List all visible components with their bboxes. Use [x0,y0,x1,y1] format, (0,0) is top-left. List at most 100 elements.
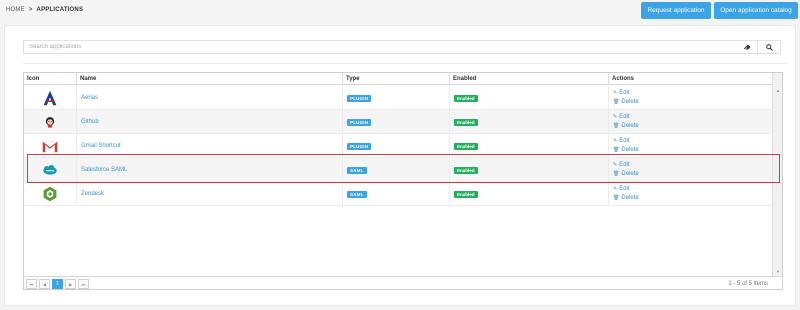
scroll-down-arrow-icon[interactable]: ▼ [773,267,782,276]
column-header-actions[interactable]: Actions [608,73,773,85]
enabled-cell: Enabled [449,86,608,110]
app-name-link[interactable]: Zendesk [81,191,104,197]
delete-action[interactable]: 🗑 Delete [613,99,639,106]
aerias-logo-icon [42,90,58,106]
enabled-badge: Enabled [454,142,478,150]
app-name-link[interactable]: Github [81,119,99,125]
zendesk-logo-icon [42,186,58,202]
salesforce-logo-icon [42,162,58,178]
top-bar: HOME > APPLICATIONS Request application Op… [0,0,800,22]
icon-cell [24,134,76,158]
type-badge: PLUGIN [347,142,372,150]
previous-page-button[interactable]: ◀ [39,279,50,289]
edit-action[interactable]: ✎ Edit [613,114,630,121]
delete-action[interactable]: 🗑 Delete [613,123,639,130]
delete-action[interactable]: 🗑 Delete [613,171,639,178]
type-badge: SAML [347,190,367,198]
app-name-link[interactable]: Salesforce SAML [81,167,127,173]
breadcrumb-separator: > [28,7,33,13]
table-row[interactable]: Github PLUGIN Enabled ✎ Edit 🗑 Delete [24,110,773,134]
delete-action[interactable]: 🗑 Delete [613,195,639,202]
breadcrumb: HOME > APPLICATIONS [6,7,83,13]
actions-cell: ✎ Edit 🗑 Delete [608,158,773,182]
name-cell: Aerias [76,86,342,110]
column-header-enabled[interactable]: Enabled [449,73,608,85]
pencil-icon: ✎ [613,186,618,192]
enabled-badge: Enabled [454,94,478,102]
type-badge: SAML [347,166,367,174]
eraser-icon [743,44,750,50]
next-page-icon: ▶ [68,281,73,287]
app-name-link[interactable]: Aerias [81,95,98,101]
edit-label: Edit [619,114,630,120]
search-button[interactable] [757,40,781,54]
github-logo-icon [42,114,58,130]
name-cell: Salesforce SAML [76,158,342,182]
first-page-button[interactable]: ⏮ [26,279,37,289]
actions-cell: ✎ Edit 🗑 Delete [608,86,773,110]
request-application-button[interactable]: Request application [641,2,711,19]
enabled-badge: Enabled [454,118,478,126]
column-header-type[interactable]: Type [342,73,449,85]
pencil-icon: ✎ [613,162,618,168]
enabled-cell: Enabled [449,110,608,134]
table-row[interactable]: Gmail Shortcut PLUGIN Enabled ✎ Edit 🗑 Del… [24,134,773,158]
first-page-icon: ⏮ [29,281,34,287]
icon-cell [24,182,76,206]
enabled-cell: Enabled [449,182,608,206]
type-badge: PLUGIN [347,118,372,126]
edit-label: Edit [619,162,630,168]
delete-label: Delete [621,123,639,129]
edit-action[interactable]: ✎ Edit [613,90,630,97]
column-header-name[interactable]: Name [76,73,342,85]
delete-action[interactable]: 🗑 Delete [613,147,639,154]
type-cell: SAML [342,158,449,182]
vertical-scrollbar[interactable]: ▲ ▼ [772,73,782,276]
type-cell: PLUGIN [342,134,449,158]
name-cell: Gmail Shortcut [76,134,342,158]
scroll-up-arrow-icon[interactable]: ▲ [773,86,782,95]
edit-action[interactable]: ✎ Edit [613,186,630,193]
enabled-badge: Enabled [454,166,478,174]
search-icon [765,43,773,51]
type-cell: PLUGIN [342,86,449,110]
name-cell: Zendesk [76,182,342,206]
pager-info: 1 - 5 of 5 items [728,281,768,287]
app-name-link[interactable]: Gmail Shortcut [81,143,121,149]
type-cell: PLUGIN [342,110,449,134]
name-cell: Github [76,110,342,134]
enabled-badge: Enabled [454,190,478,198]
icon-cell [24,86,76,110]
table-row[interactable]: Salesforce SAML SAML Enabled ✎ Edit 🗑 Dele… [24,158,773,182]
icon-cell [24,110,76,134]
last-page-icon: ⏭ [81,281,86,287]
search-input[interactable] [24,41,758,53]
icon-cell [24,158,76,182]
actions-cell: ✎ Edit 🗑 Delete [608,182,773,206]
delete-label: Delete [621,99,639,105]
last-page-button[interactable]: ⏭ [78,279,89,289]
edit-action[interactable]: ✎ Edit [613,162,630,169]
type-cell: SAML [342,182,449,206]
edit-action[interactable]: ✎ Edit [613,138,630,145]
trash-icon: 🗑 [613,171,620,177]
trash-icon: 🗑 [613,99,620,105]
gmail-logo-icon [42,138,58,154]
trash-icon: 🗑 [613,123,620,129]
pencil-icon: ✎ [613,90,618,96]
pencil-icon: ✎ [613,114,618,120]
open-application-catalog-button[interactable]: Open application catalog [714,2,798,19]
delete-label: Delete [621,147,639,153]
next-page-button[interactable]: ▶ [65,279,76,289]
breadcrumb-home[interactable]: HOME [6,7,25,13]
table-row[interactable]: Zendesk SAML Enabled ✎ Edit 🗑 Delete [24,182,773,206]
edit-label: Edit [619,138,630,144]
type-badge: PLUGIN [347,94,372,102]
edit-label: Edit [619,186,630,192]
table-row[interactable]: Aerias PLUGIN Enabled ✎ Edit 🗑 Delete [24,86,773,110]
column-header-icon[interactable]: Icon [24,73,76,85]
pencil-icon: ✎ [613,138,618,144]
page-number-button[interactable]: 1 [52,279,63,289]
table-header: Icon Name Type Enabled Actions [24,73,773,85]
delete-label: Delete [621,171,639,177]
